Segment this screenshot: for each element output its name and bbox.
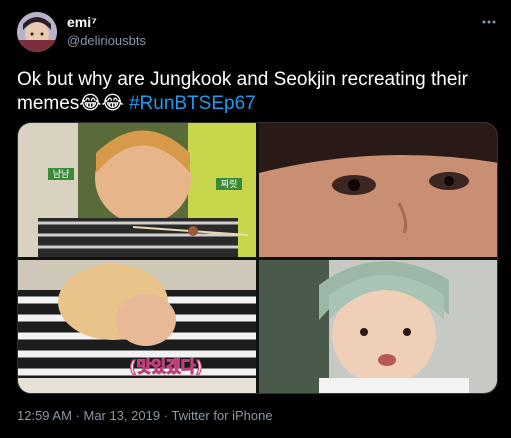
meta-separator-2: · xyxy=(160,408,172,423)
meta-separator-1: · xyxy=(71,408,84,423)
tweet-card: emi⁷ @deliriousbts Ok but why are Jungko… xyxy=(0,0,511,438)
caption-korean: (맛있겠다) xyxy=(129,357,203,376)
hashtag-link[interactable]: #RunBTSEp67 xyxy=(129,93,256,114)
author-name-row[interactable]: emi⁷ xyxy=(67,14,97,32)
handle[interactable]: @deliriousbts xyxy=(67,33,146,48)
laughing-emoji: 😂😂 xyxy=(79,93,124,114)
tweet-time[interactable]: 12:59 AM xyxy=(17,408,72,423)
media-image-4[interactable] xyxy=(259,260,497,393)
tweet-text: Ok but why are Jungkook and Seokjin recr… xyxy=(17,68,497,116)
avatar[interactable] xyxy=(17,12,57,52)
media-image-2[interactable] xyxy=(259,123,497,257)
sign-korean-right: 찌릿 xyxy=(221,178,238,190)
tweet-meta: 12:59 AM · Mar 13, 2019 · Twitter for iP… xyxy=(17,408,273,423)
display-name[interactable]: emi⁷ xyxy=(67,14,97,30)
media-image-3[interactable]: (맛있겠다) xyxy=(18,260,256,393)
tweet-source[interactable]: Twitter for iPhone xyxy=(171,408,272,423)
media-image-1[interactable]: 냠냠 찌릿 xyxy=(18,123,256,257)
media-grid[interactable]: 냠냠 찌릿 (맛있겠다) xyxy=(17,122,498,394)
more-horizontal-icon[interactable] xyxy=(481,14,497,30)
tweet-date[interactable]: Mar 13, 2019 xyxy=(84,408,161,423)
sign-korean-left: 냠냠 xyxy=(53,169,70,180)
